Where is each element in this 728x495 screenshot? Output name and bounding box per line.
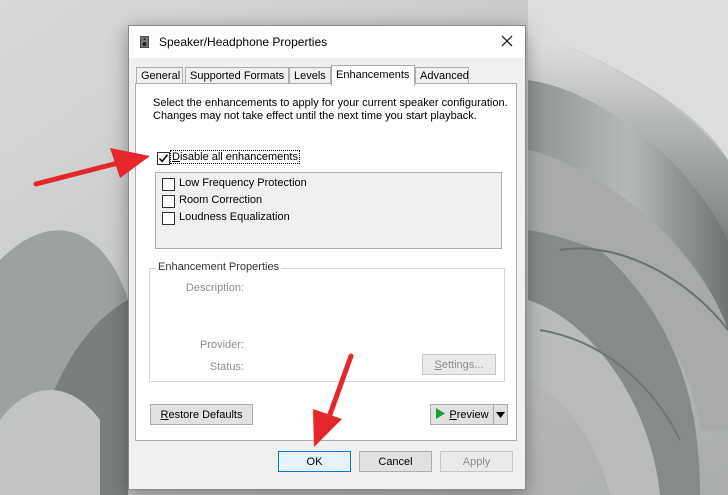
room-correction-checkbox[interactable]	[162, 195, 175, 208]
group-title: Enhancement Properties	[156, 261, 282, 273]
intro-text: Select the enhancements to apply for you…	[153, 97, 508, 122]
checkmark-icon	[158, 154, 169, 163]
preview-dropdown[interactable]	[493, 405, 507, 424]
disable-all-label[interactable]: Disable all enhancements	[170, 150, 300, 164]
preview-button[interactable]: Preview	[431, 405, 493, 424]
cancel-label: Cancel	[378, 455, 413, 468]
close-button[interactable]	[489, 26, 525, 58]
loudness-equalization-checkbox[interactable]	[162, 212, 175, 225]
ok-button[interactable]: OK	[278, 451, 351, 472]
cancel-button[interactable]: Cancel	[359, 451, 432, 472]
apply-label: Apply	[462, 455, 491, 468]
close-icon	[501, 35, 513, 50]
restore-defaults-button[interactable]: Restore Defaults	[150, 404, 253, 425]
window-title: Speaker/Headphone Properties	[159, 35, 328, 49]
restore-defaults-label: Restore Defaults	[160, 408, 243, 421]
low-frequency-label[interactable]: Low Frequency Protection	[179, 177, 307, 189]
settings-button-label: Settings...	[434, 358, 484, 371]
enhancement-properties-group: Enhancement Properties Description: Prov…	[149, 261, 505, 382]
enhancements-panel: Select the enhancements to apply for you…	[135, 83, 517, 441]
play-icon	[435, 407, 446, 422]
enhancements-list: Low Frequency Protection Room Correction…	[155, 172, 502, 249]
apply-button[interactable]: Apply	[440, 451, 513, 472]
preview-split-button[interactable]: Preview	[430, 404, 508, 425]
low-frequency-checkbox[interactable]	[162, 178, 175, 191]
preview-label: Preview	[449, 408, 489, 421]
disable-all-checkbox[interactable]	[157, 152, 170, 165]
status-label: Status:	[209, 361, 244, 373]
speaker-icon	[138, 35, 152, 49]
room-correction-label[interactable]: Room Correction	[179, 194, 262, 206]
tab-strip: General Supported Formats Levels Enhance…	[135, 65, 521, 86]
description-label: Description:	[185, 282, 244, 294]
chevron-down-icon	[496, 409, 505, 421]
loudness-equalization-label[interactable]: Loudness Equalization	[179, 211, 290, 223]
ok-label: OK	[306, 455, 323, 468]
tab-enhancements[interactable]: Enhancements	[331, 65, 415, 86]
provider-label: Provider:	[199, 339, 244, 351]
title-bar[interactable]: Speaker/Headphone Properties	[129, 26, 525, 58]
settings-button[interactable]: Settings...	[422, 354, 496, 375]
properties-dialog: Speaker/Headphone Properties General Sup…	[128, 25, 526, 490]
